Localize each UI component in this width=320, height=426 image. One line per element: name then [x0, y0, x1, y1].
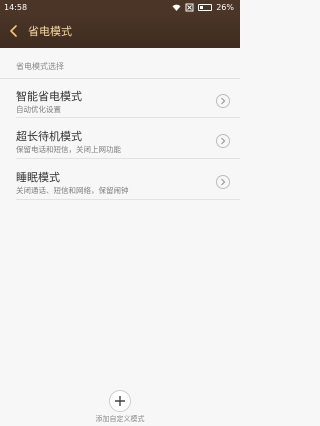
mode-title: 睡眠模式: [16, 171, 60, 184]
battery-icon: [198, 3, 213, 11]
mode-item-long-standby[interactable]: 超长待机模式 保留电话和短信，关闭上网功能: [0, 128, 240, 166]
chevron-right-icon: [216, 175, 230, 189]
page-title: 省电模式: [28, 25, 72, 38]
add-custom-mode: 添加自定义模式: [0, 390, 240, 424]
status-icons: 26%: [172, 3, 234, 12]
mode-title: 智能省电模式: [16, 90, 82, 103]
mode-subtitle: 保留电话和短信，关闭上网功能: [16, 145, 121, 154]
status-time: 14:58: [4, 2, 28, 12]
item-divider: [16, 117, 240, 118]
section-divider: [0, 78, 240, 79]
mode-item-smart[interactable]: 智能省电模式 自动优化设置: [0, 88, 240, 126]
status-bar: 14:58 26%: [0, 0, 240, 14]
wifi-icon: [172, 3, 181, 12]
mode-title: 超长待机模式: [16, 130, 82, 143]
battery-percent: 26%: [216, 2, 234, 12]
back-arrow-icon: [10, 25, 17, 37]
mode-subtitle: 自动优化设置: [16, 105, 61, 114]
title-bar: 省电模式: [0, 14, 240, 48]
add-custom-mode-button[interactable]: [109, 390, 131, 412]
sim-icon: [185, 3, 194, 12]
back-button[interactable]: [0, 14, 28, 48]
mode-item-sleep[interactable]: 睡眠模式 关闭通话、短信和网络，保留闹钟: [0, 169, 240, 207]
chevron-right-icon: [216, 134, 230, 148]
section-label: 省电模式选择: [16, 62, 64, 71]
plus-icon: [115, 396, 125, 406]
chevron-right-icon: [216, 94, 230, 108]
item-divider: [16, 199, 240, 200]
add-custom-mode-label: 添加自定义模式: [95, 415, 145, 423]
mode-subtitle: 关闭通话、短信和网络，保留闹钟: [16, 186, 129, 195]
item-divider: [16, 158, 240, 159]
